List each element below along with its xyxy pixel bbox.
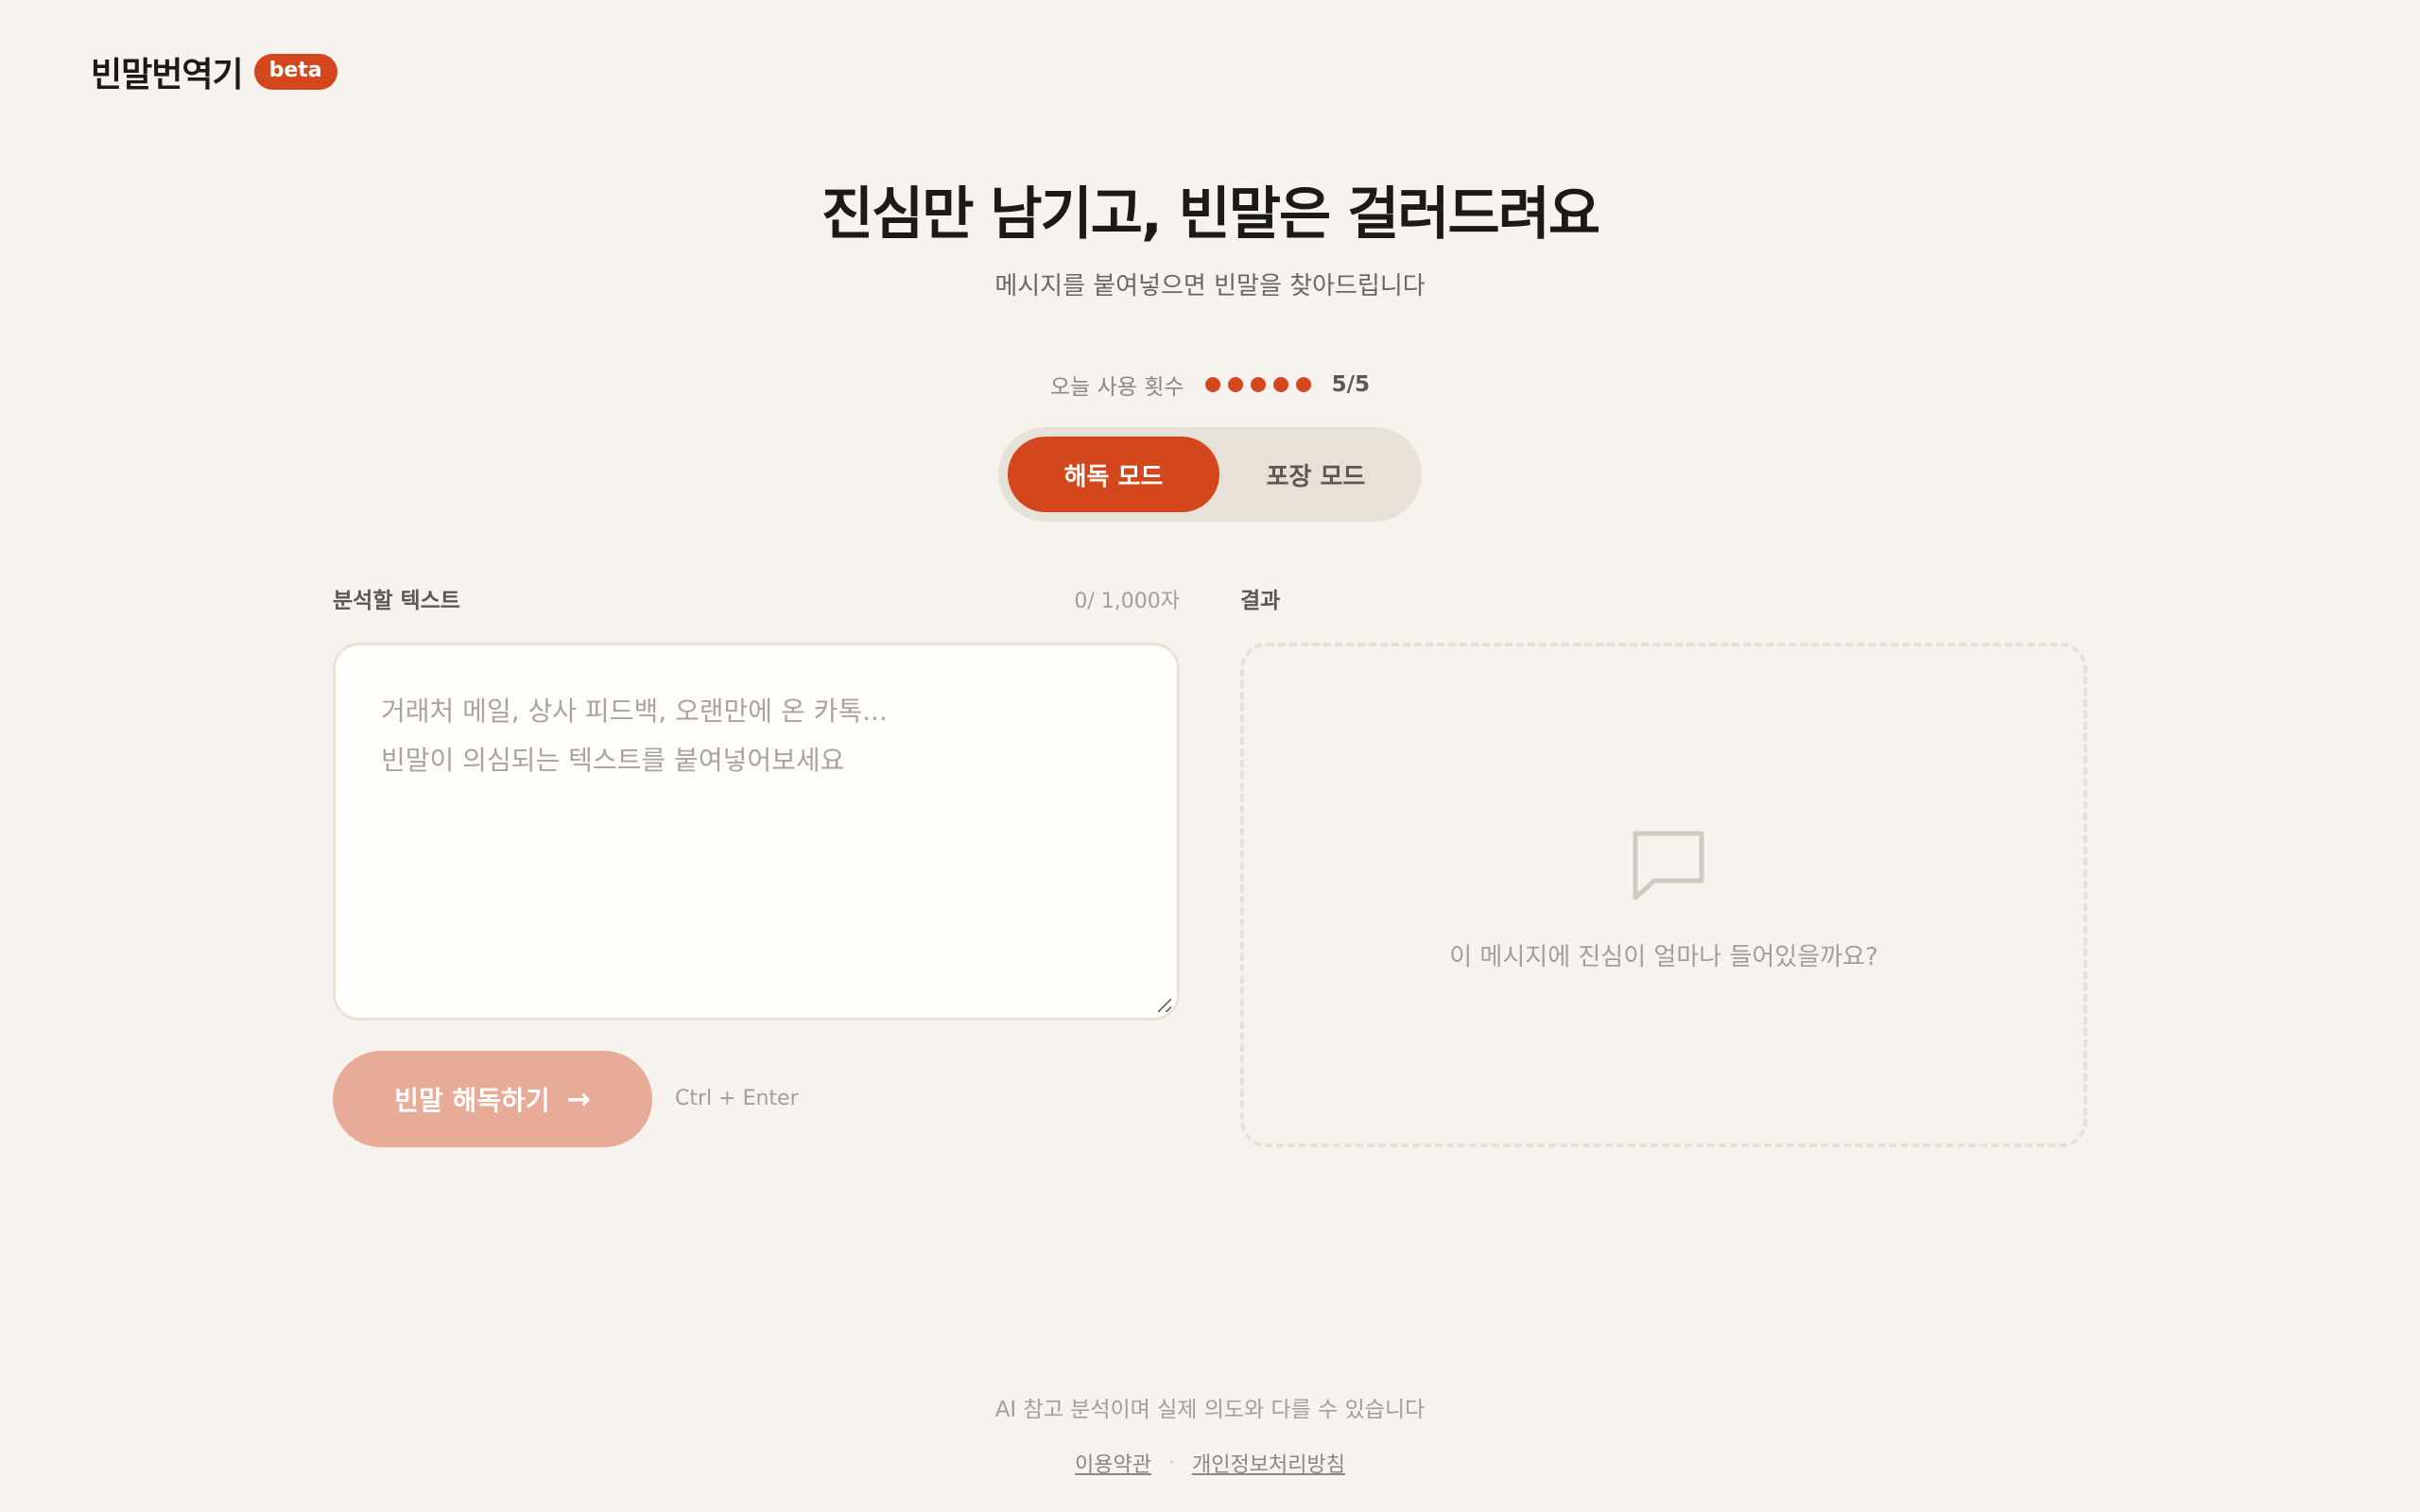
result-label: 결과 xyxy=(1240,589,1281,613)
privacy-link[interactable]: 개인정보처리방침 xyxy=(1192,1448,1345,1478)
terms-link[interactable]: 이용약관 xyxy=(1075,1448,1151,1478)
chat-bubble-icon xyxy=(1633,831,1704,901)
decode-button[interactable]: 빈말 해독하기 → xyxy=(333,1051,652,1147)
placeholder-line-1: 거래처 메일, 상사 피드백, 오랜만에 온 카톡... xyxy=(381,696,888,727)
brand-title: 빈말번역기 xyxy=(91,56,244,94)
input-label: 분석할 텍스트 xyxy=(333,589,460,613)
usage-count: 5/5 xyxy=(1331,372,1370,397)
decode-button-label: 빈말 해독하기 xyxy=(394,1085,550,1116)
usage-dot xyxy=(1295,377,1311,392)
brand[interactable]: 빈말번역기 beta xyxy=(91,47,337,96)
usage-dot xyxy=(1227,377,1243,392)
resize-handle[interactable] xyxy=(1158,999,1171,1012)
char-count: 0/ 1,000자 xyxy=(1074,590,1180,613)
usage-dot xyxy=(1204,377,1220,392)
usage-dot xyxy=(1250,377,1266,392)
placeholder-line-2: 빈말이 의심되는 텍스트를 붙여넣어보세요 xyxy=(381,745,845,776)
result-empty-text: 이 메시지에 진심이 얼마나 들어있을까요? xyxy=(1449,943,1878,971)
result-panel: 이 메시지에 진심이 얼마나 들어있을까요? xyxy=(1240,643,2087,1147)
footer-links: 이용약관 · 개인정보처리방침 xyxy=(0,1448,2420,1478)
arrow-right-icon: → xyxy=(566,1082,591,1116)
hero-subtitle: 메시지를 붙여넣으면 빈말을 찾아드립니다 xyxy=(994,272,1426,301)
text-input[interactable]: 거래처 메일, 상사 피드백, 오랜만에 온 카톡... 빈말이 의심되는 텍스… xyxy=(333,643,1180,1021)
page: 빈말번역기 beta 진심만 남기고, 빈말은 걸러드려요 메시지를 붙여넣으면… xyxy=(0,0,2420,1512)
beta-badge: beta xyxy=(253,54,337,90)
wrap-mode-button[interactable]: 포장 모드 xyxy=(1219,437,1412,512)
shortcut-hint: Ctrl + Enter xyxy=(675,1087,799,1110)
hero-title: 진심만 남기고, 빈말은 걸러드려요 xyxy=(821,181,1600,248)
separator-dot: · xyxy=(1168,1451,1176,1475)
disclaimer: AI 참고 분석이며 실제 의도와 다를 수 있습니다 xyxy=(994,1398,1426,1422)
usage-label: 오늘 사용 횟수 xyxy=(1049,375,1184,400)
usage-dots xyxy=(1204,377,1311,392)
mode-toggle: 해독 모드 포장 모드 xyxy=(998,427,1422,522)
decode-mode-button[interactable]: 해독 모드 xyxy=(1008,437,1219,512)
usage-dot xyxy=(1272,377,1288,392)
usage-indicator: 오늘 사용 횟수 5/5 xyxy=(0,369,2420,401)
